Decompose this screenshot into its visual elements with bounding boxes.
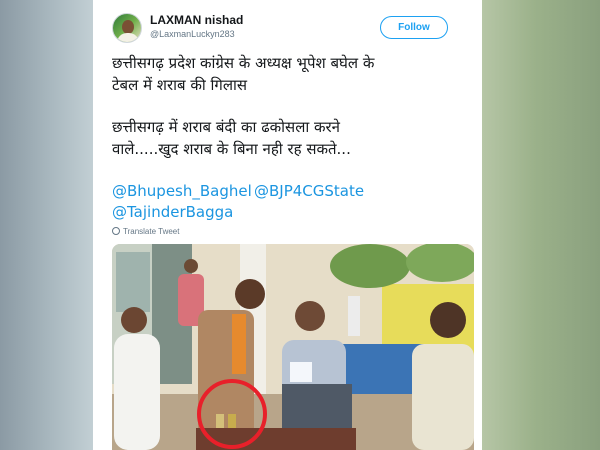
seated-man-right-head [430,302,466,338]
avatar[interactable] [112,13,142,43]
seated-man-center-head [295,301,325,331]
tweet-text-line: छत्तीसगढ़ में शराब बंदी का ढकोसला करने [112,118,341,136]
standing-man-head [235,279,265,309]
avatar-body [117,33,139,42]
glass [216,414,224,428]
seated-man-left [114,334,160,450]
avatar-face [122,20,134,34]
tweet-text-line: वाले.....खुद शराब के बिना नही रह सकते... [112,140,351,158]
seated-man-right [412,344,474,450]
tweet-text-line: छत्तीसगढ़ प्रदेश कांग्रेस के अध्यक्ष भूप… [112,54,375,72]
tree [330,244,410,288]
glass [228,414,236,428]
translate-tweet[interactable]: Translate Tweet [112,227,179,236]
mention-link[interactable]: @Bhupesh_Baghel [112,181,252,201]
background-person-head [184,259,198,273]
tweet-text-line: टेबल में शराब की गिलास [112,76,248,94]
display-name[interactable]: LAXMAN nishad [150,13,243,27]
tweet-photo[interactable] [112,244,474,450]
tweet-card: LAXMAN nishad @LaxmanLuckyn283 Follow छत… [93,0,482,450]
photo-scene [112,244,474,450]
mention-link[interactable]: @TajinderBagga [112,202,233,222]
seated-man-left-head [121,307,147,333]
globe-icon [112,227,120,235]
background-right-blur [482,0,600,450]
background-person [348,296,360,336]
window [116,252,150,312]
user-handle[interactable]: @LaxmanLuckyn283 [150,29,235,39]
paper [290,362,312,382]
saffron-scarf [232,314,246,374]
follow-button[interactable]: Follow [380,16,448,39]
mention-link[interactable]: @BJP4CGState [254,181,364,201]
background-left-blur [0,0,93,450]
translate-label: Translate Tweet [123,227,180,236]
